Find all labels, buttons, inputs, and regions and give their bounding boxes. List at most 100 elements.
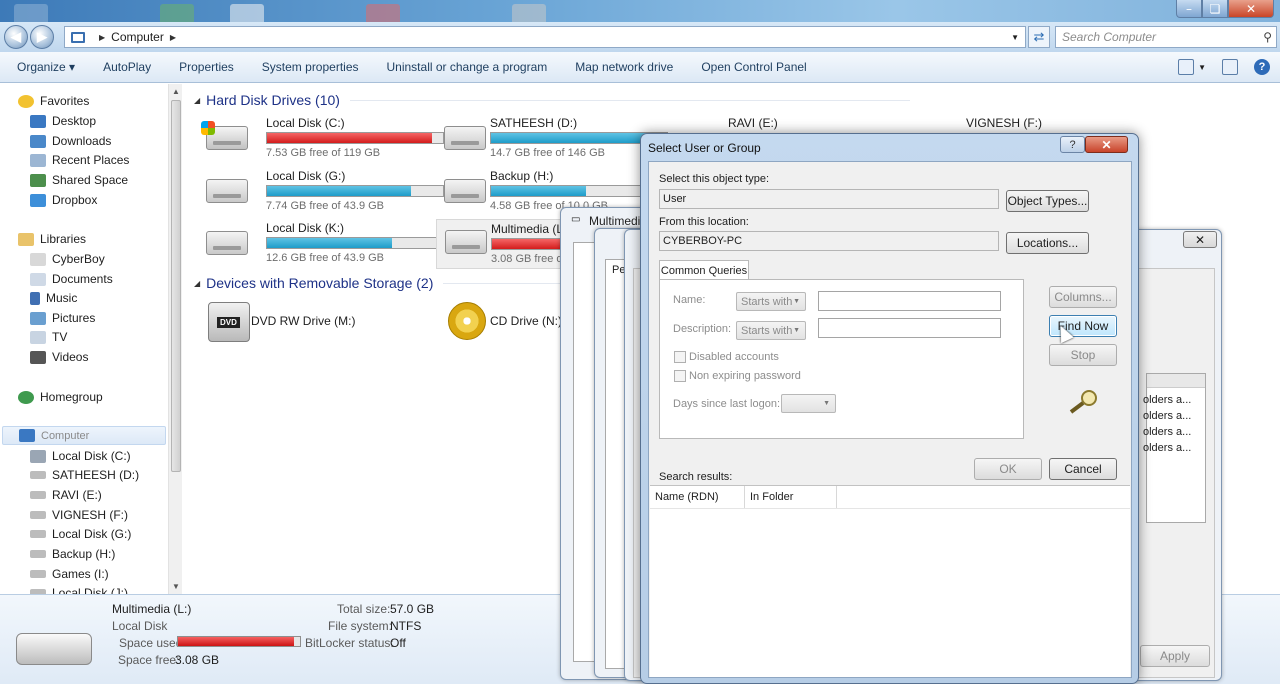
- sidebar-homegroup[interactable]: Homegroup: [18, 387, 103, 407]
- search-results-label: Search results:: [659, 471, 733, 483]
- group-header-hard-disks[interactable]: ◢ Hard Disk Drives (10): [194, 92, 910, 108]
- sidebar-item-pictures[interactable]: Pictures: [30, 308, 95, 328]
- sidebar-item-shared-space[interactable]: Shared Space: [30, 170, 128, 190]
- preview-pane-icon[interactable]: [1222, 59, 1238, 75]
- sidebar-scrollbar[interactable]: ▲ ▼: [168, 84, 182, 594]
- change-view-icon[interactable]: [1178, 59, 1195, 75]
- computer-icon: [19, 429, 35, 442]
- system-properties-button[interactable]: System properties: [262, 60, 359, 74]
- dialog-close-button[interactable]: ✕: [1085, 136, 1128, 153]
- view-dropdown-icon[interactable]: ▼: [1198, 63, 1206, 72]
- columns-button[interactable]: Columns...: [1049, 286, 1117, 308]
- permissions-list[interactable]: olders a... olders a... olders a... olde…: [1143, 373, 1206, 523]
- sidebar-item-drive-j[interactable]: Local Disk (J:): [30, 583, 128, 594]
- locations-button[interactable]: Locations...: [1006, 232, 1089, 254]
- map-network-drive-button[interactable]: Map network drive: [575, 60, 673, 74]
- help-icon[interactable]: ?: [1254, 59, 1270, 75]
- sidebar-item-music[interactable]: Music: [30, 288, 77, 308]
- sidebar-item-dropbox[interactable]: Dropbox: [30, 190, 97, 210]
- group-header-removable[interactable]: ◢ Devices with Removable Storage (2): [194, 275, 594, 291]
- forward-button[interactable]: ▶: [30, 25, 54, 49]
- drive-tile-c[interactable]: Local Disk (C:) 7.53 GB free of 119 GB: [198, 116, 444, 162]
- sidebar-libraries[interactable]: Libraries: [18, 229, 86, 249]
- breadcrumb-arrow-icon[interactable]: ▶: [170, 33, 176, 42]
- breadcrumb-computer[interactable]: Computer: [111, 30, 164, 44]
- details-drive-type: Local Disk: [112, 619, 168, 633]
- column-header-in-folder[interactable]: In Folder: [745, 486, 837, 508]
- object-types-button[interactable]: Object Types...: [1006, 190, 1089, 212]
- description-match-select[interactable]: Starts with ▼: [736, 321, 806, 340]
- sidebar-item-tv[interactable]: TV: [30, 327, 67, 347]
- sidebar-item-desktop[interactable]: Desktop: [30, 111, 96, 131]
- sidebar-item-documents[interactable]: Documents: [30, 269, 113, 289]
- sidebar-item-downloads[interactable]: Downloads: [30, 131, 111, 151]
- refresh-button[interactable]: ⇄: [1028, 26, 1050, 48]
- maximize-button[interactable]: ❏: [1202, 0, 1228, 18]
- collapse-triangle-icon[interactable]: ◢: [194, 279, 200, 288]
- address-dropdown-icon[interactable]: ▼: [1011, 33, 1019, 42]
- sidebar-item-drive-i[interactable]: Games (I:): [30, 564, 109, 584]
- drive-usage-bar: [266, 237, 444, 249]
- collapse-triangle-icon[interactable]: ◢: [194, 96, 200, 105]
- stop-button[interactable]: Stop: [1049, 344, 1117, 366]
- sidebar-item-drive-d[interactable]: SATHEESH (D:): [30, 465, 139, 485]
- cancel-button[interactable]: Cancel: [1049, 458, 1117, 480]
- disabled-accounts-checkbox[interactable]: [674, 351, 686, 363]
- dialog-title: Select User or Group: [648, 141, 761, 155]
- scroll-up-icon[interactable]: ▲: [172, 87, 180, 96]
- dropbox-icon: [30, 193, 46, 207]
- sidebar-item-drive-f[interactable]: VIGNESH (F:): [30, 505, 128, 525]
- sidebar-item-recent-places[interactable]: Recent Places: [30, 150, 129, 170]
- sidebar-computer[interactable]: Computer: [2, 426, 166, 445]
- open-control-panel-button[interactable]: Open Control Panel: [701, 60, 806, 74]
- sidebar-item-cyberboy[interactable]: CyberBoy: [30, 249, 105, 269]
- name-input[interactable]: [818, 291, 1001, 311]
- close-button[interactable]: ✕: [1183, 231, 1217, 248]
- column-header-name[interactable]: Name (RDN): [650, 486, 745, 508]
- back-button[interactable]: ◀: [4, 25, 28, 49]
- search-magnifier-icon: [1067, 388, 1101, 414]
- drive-name: Local Disk (K:): [266, 221, 345, 235]
- ok-button[interactable]: OK: [974, 458, 1042, 480]
- drive-tile-k[interactable]: Local Disk (K:) 12.6 GB free of 43.9 GB: [198, 221, 444, 267]
- drive-tile-d[interactable]: SATHEESH (D:) 14.7 GB free of 146 GB: [436, 116, 668, 162]
- minimize-button[interactable]: –: [1176, 0, 1202, 18]
- sidebar-item-drive-c[interactable]: Local Disk (C:): [30, 446, 131, 466]
- scroll-down-icon[interactable]: ▼: [172, 582, 180, 591]
- tab-common-queries[interactable]: Common Queries: [659, 260, 749, 280]
- apply-button[interactable]: Apply: [1140, 645, 1210, 667]
- days-since-logon-select[interactable]: ▼: [781, 394, 836, 413]
- properties-button[interactable]: Properties: [179, 60, 234, 74]
- location-field: CYBERBOY-PC: [659, 231, 999, 251]
- description-input[interactable]: [818, 318, 1001, 338]
- sidebar-item-videos[interactable]: Videos: [30, 347, 88, 367]
- name-match-select[interactable]: Starts with ▼: [736, 292, 806, 311]
- help-button[interactable]: ?: [1060, 136, 1085, 153]
- autoplay-button[interactable]: AutoPlay: [103, 60, 151, 74]
- scrollbar-thumb[interactable]: [171, 100, 181, 472]
- sidebar-favorites[interactable]: Favorites: [18, 91, 89, 111]
- uninstall-program-button[interactable]: Uninstall or change a program: [387, 60, 548, 74]
- search-input[interactable]: Search Computer ⚲: [1055, 26, 1277, 48]
- computer-icon: [71, 31, 85, 43]
- drive-icon: [444, 179, 486, 203]
- command-bar: Organize ▾ AutoPlay Properties System pr…: [0, 52, 1280, 83]
- drive-icon: [30, 471, 46, 479]
- sidebar-item-drive-e[interactable]: RAVI (E:): [30, 485, 102, 505]
- close-button[interactable]: ✕: [1228, 0, 1274, 18]
- libraries-icon: [18, 232, 34, 246]
- drive-icon: ▭: [571, 214, 581, 225]
- drive-free-space: 14.7 GB free of 146 GB: [490, 147, 605, 159]
- drive-tile-g[interactable]: Local Disk (G:) 7.74 GB free of 43.9 GB: [198, 169, 444, 215]
- search-icon[interactable]: ⚲: [1263, 30, 1272, 44]
- recent-places-icon: [30, 153, 46, 167]
- search-results-list[interactable]: Name (RDN) In Folder: [650, 485, 1130, 677]
- drive-free-space: 12.6 GB free of 43.9 GB: [266, 252, 385, 264]
- sidebar-item-drive-h[interactable]: Backup (H:): [30, 544, 115, 564]
- sidebar-item-drive-g[interactable]: Local Disk (G:): [30, 524, 131, 544]
- organize-button[interactable]: Organize ▾: [17, 60, 75, 74]
- drive-tile-dvd[interactable]: DVD DVD RW Drive (M:): [198, 300, 418, 346]
- drive-icon: [30, 511, 46, 519]
- address-bar[interactable]: ▶ Computer ▶ ▼: [64, 26, 1026, 48]
- non-expiring-password-checkbox[interactable]: [674, 370, 686, 382]
